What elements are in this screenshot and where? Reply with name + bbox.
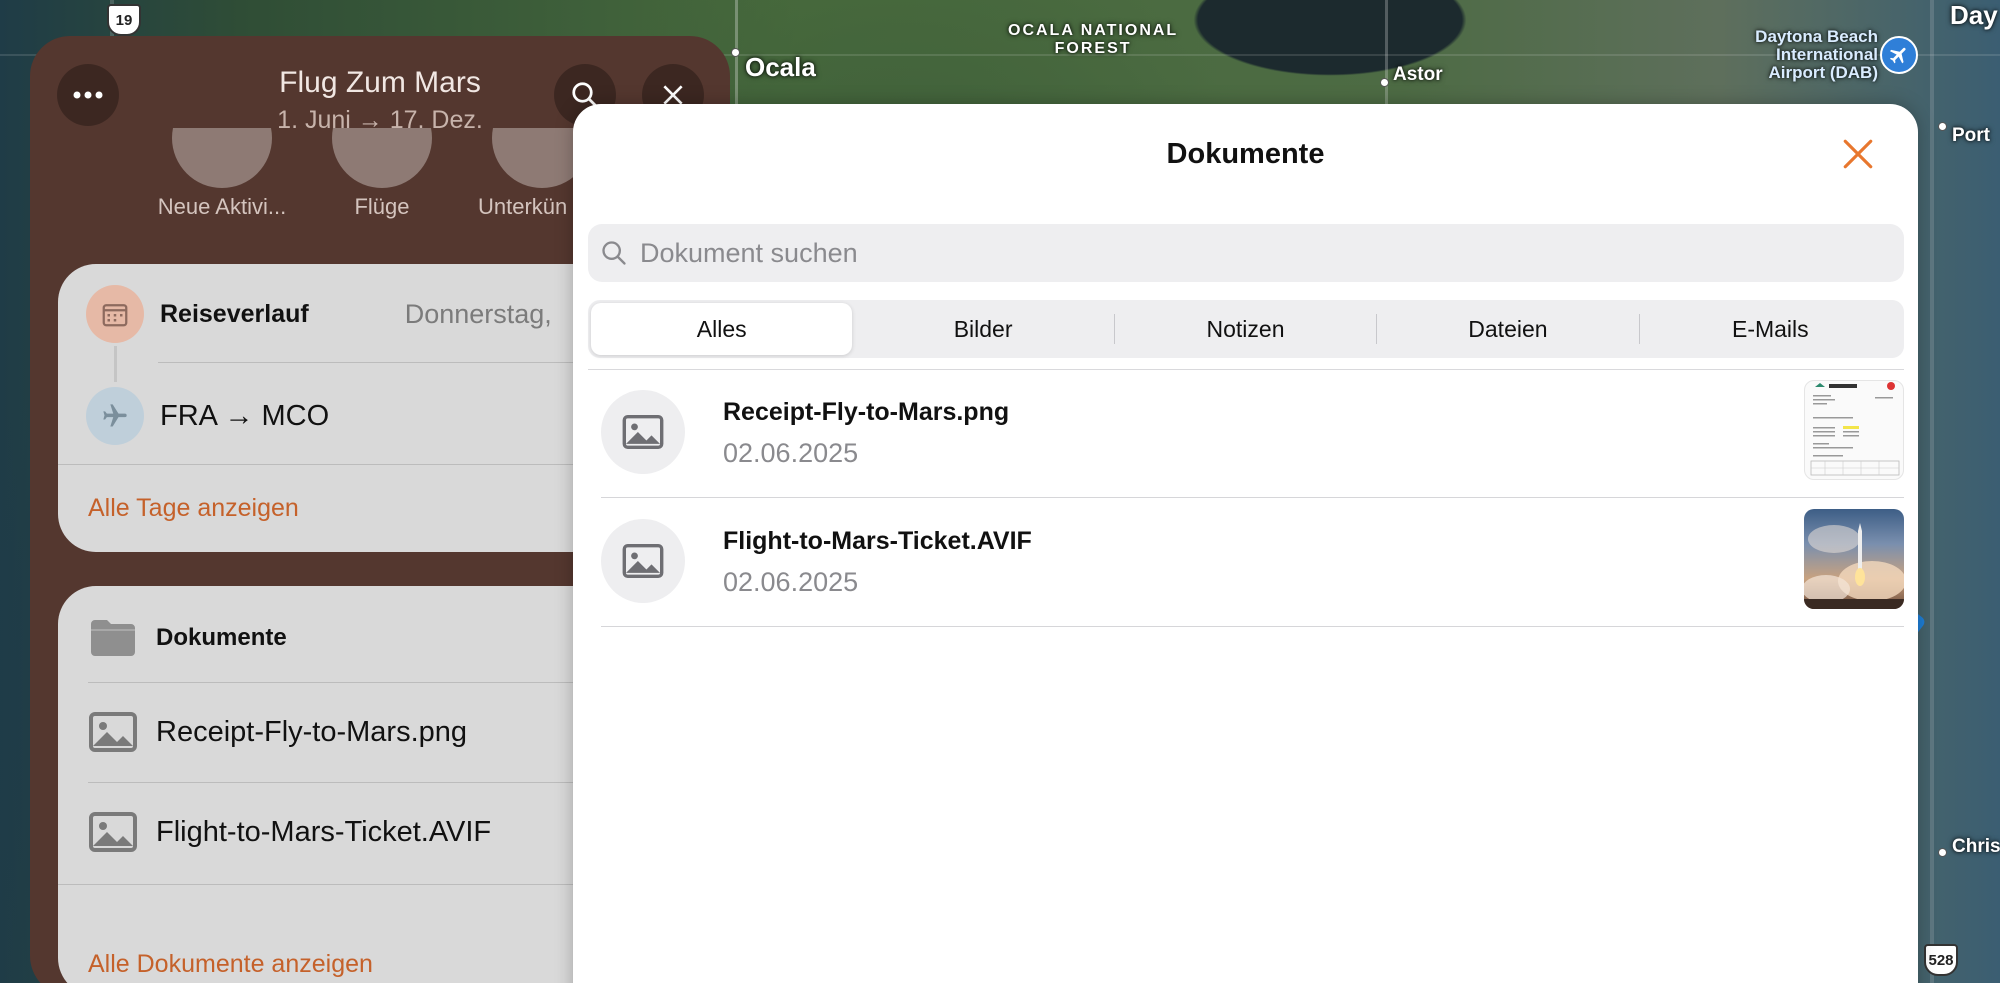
rocket-launch-thumbnail[interactable] <box>1804 509 1904 609</box>
flights-button[interactable] <box>332 128 432 188</box>
map-label-ocala[interactable]: Ocala <box>745 52 816 83</box>
highway-shield-528: 528 <box>1924 944 1958 976</box>
map-label-port[interactable]: Port <box>1952 125 1990 147</box>
tab-all[interactable]: Alles <box>591 303 853 355</box>
panel-document-name: Flight-to-Mars-Ticket.AVIF <box>156 815 492 848</box>
map-label-airport[interactable]: Daytona Beach International Airport (DAB… <box>1700 28 1878 82</box>
map-label-chris[interactable]: Chris <box>1952 836 2000 858</box>
tab-emails[interactable]: E-Mails <box>1640 303 1901 355</box>
show-all-days-link[interactable]: Alle Tage anzeigen <box>88 494 299 523</box>
sheet-title: Dokumente <box>1166 138 1325 170</box>
show-all-documents-link[interactable]: Alle Dokumente anzeigen <box>88 950 373 979</box>
image-file-icon <box>601 390 685 474</box>
document-row[interactable]: Flight-to-Mars-Ticket.AVIF 02.06.2025 <box>601 499 1904 627</box>
image-file-icon <box>601 519 685 603</box>
map-label-astor[interactable]: Astor <box>1393 64 1443 86</box>
panel-document-name: Receipt-Fly-to-Mars.png <box>156 715 468 748</box>
itinerary-heading: Reiseverlauf <box>160 299 309 328</box>
flight-route: FRA → MCO <box>160 399 330 432</box>
documents-heading: Dokumente <box>156 624 287 651</box>
document-date: 02.06.2025 <box>723 567 859 597</box>
close-sheet-button[interactable] <box>1838 134 1878 174</box>
search-field[interactable] <box>588 224 1904 282</box>
document-row[interactable]: Receipt-Fly-to-Mars.png 02.06.2025 <box>601 370 1904 498</box>
tab-images[interactable]: Bilder <box>852 303 1113 355</box>
folder-icon <box>91 620 135 656</box>
document-date: 02.06.2025 <box>723 438 859 468</box>
document-name: Receipt-Fly-to-Mars.png <box>723 398 1010 426</box>
itinerary-day: Donnerstag, <box>404 298 552 329</box>
document-name: Flight-to-Mars-Ticket.AVIF <box>723 527 1032 555</box>
trip-title: Flug Zum Mars <box>279 66 481 99</box>
image-icon <box>89 712 137 752</box>
tab-files[interactable]: Dateien <box>1377 303 1638 355</box>
image-icon <box>89 812 137 852</box>
filter-segmented-control: Alles Bilder Notizen Dateien E-Mails <box>588 300 1904 358</box>
calendar-icon <box>86 285 144 343</box>
airport-pin-icon[interactable] <box>1880 36 1918 74</box>
close-icon <box>1843 139 1873 169</box>
map-label-forest[interactable]: OCALA NATIONAL FOREST <box>1008 22 1178 58</box>
action-label-new-activity: Neue Aktivi... <box>157 194 287 219</box>
receipt-thumbnail[interactable] <box>1804 380 1904 480</box>
map-label-daytona[interactable]: Day <box>1950 0 1998 31</box>
action-label-flights: Flüge <box>354 194 410 219</box>
airplane-icon <box>86 387 144 445</box>
highway-shield-19: 19 <box>107 4 141 36</box>
search-icon <box>602 241 626 265</box>
new-activity-button[interactable] <box>172 128 272 188</box>
search-input[interactable] <box>640 237 1840 269</box>
documents-sheet: Dokumente Alles Bilder Notizen Dateien E… <box>573 104 1918 983</box>
tab-notes[interactable]: Notizen <box>1115 303 1376 355</box>
